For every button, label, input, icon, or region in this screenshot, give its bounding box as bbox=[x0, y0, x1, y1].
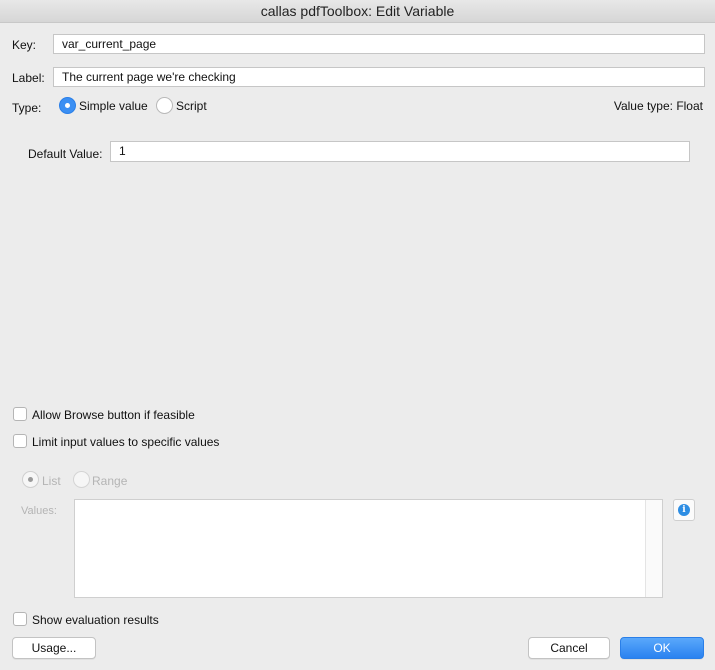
allow-browse-label[interactable]: Allow Browse button if feasible bbox=[32, 408, 195, 422]
info-button[interactable]: i bbox=[673, 499, 695, 521]
type-label: Type: bbox=[12, 101, 42, 115]
list-label[interactable]: List bbox=[42, 474, 61, 488]
values-label: Values: bbox=[21, 505, 57, 517]
label-label: Label: bbox=[12, 71, 45, 85]
info-icon: i bbox=[678, 504, 690, 516]
show-evaluation-label[interactable]: Show evaluation results bbox=[32, 613, 159, 627]
script-label[interactable]: Script bbox=[176, 99, 207, 113]
limit-values-checkbox[interactable] bbox=[13, 434, 27, 448]
edit-variable-dialog: callas pdfToolbox: Edit Variable Key: va… bbox=[0, 0, 715, 670]
ok-button[interactable]: OK bbox=[620, 637, 704, 659]
cancel-button[interactable]: Cancel bbox=[528, 637, 610, 659]
limit-values-label[interactable]: Limit input values to specific values bbox=[32, 435, 219, 449]
allow-browse-checkbox[interactable] bbox=[13, 407, 27, 421]
show-evaluation-checkbox[interactable] bbox=[13, 612, 27, 626]
values-textarea[interactable] bbox=[74, 499, 663, 598]
range-label[interactable]: Range bbox=[92, 474, 127, 488]
range-radio[interactable] bbox=[73, 471, 90, 488]
simple-value-radio[interactable] bbox=[59, 97, 76, 114]
key-label: Key: bbox=[12, 38, 37, 52]
list-radio[interactable] bbox=[22, 471, 39, 488]
window-title: callas pdfToolbox: Edit Variable bbox=[0, 0, 715, 23]
label-input[interactable]: The current page we're checking bbox=[53, 67, 705, 87]
usage-button[interactable]: Usage... bbox=[12, 637, 96, 659]
value-type-text: Value type: Float bbox=[613, 99, 703, 113]
default-value-input[interactable]: 1 bbox=[110, 141, 690, 162]
default-value-label: Default Value: bbox=[28, 147, 103, 161]
key-input[interactable]: var_current_page bbox=[53, 34, 705, 54]
script-radio[interactable] bbox=[156, 97, 173, 114]
simple-value-label[interactable]: Simple value bbox=[79, 99, 148, 113]
values-scrollbar[interactable] bbox=[645, 500, 662, 597]
